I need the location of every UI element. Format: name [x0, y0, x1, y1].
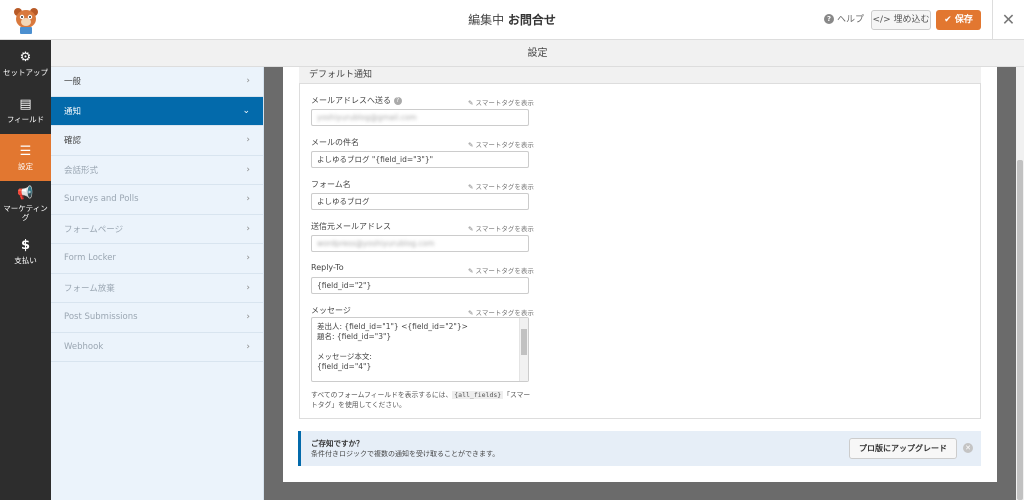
settings-header: 設定	[51, 40, 1024, 67]
panel-item-form-locker[interactable]: Form Locker ›	[51, 244, 263, 274]
from-email-label: 送信元メールアドレス	[311, 222, 391, 231]
smart-tags-link[interactable]: ✎ スマートタグを表示	[468, 223, 534, 233]
panel-item-notifications[interactable]: 通知 ⌄	[51, 96, 263, 126]
sliders-icon: ☰	[19, 143, 32, 159]
panel-item-form-abandonment[interactable]: フォーム放棄 ›	[51, 274, 263, 303]
all-fields-code: {all_fields}	[452, 391, 504, 399]
send-to-label: メールアドレスへ送る ?	[311, 95, 402, 106]
panel-item-general[interactable]: 一般 ›	[51, 67, 263, 97]
tip-text: 条件付きロジックで複数の通知を受け取ることができます。	[311, 450, 500, 458]
panel-item-confirmation[interactable]: 確認 ›	[51, 126, 263, 156]
email-subject-input[interactable]: よしゆるブログ "{field_id="3"}"	[311, 151, 529, 168]
send-to-email-input[interactable]: yoshiyurublog@gmail.com	[311, 109, 529, 126]
chevron-right-icon: ›	[246, 341, 250, 352]
top-bar: 編集中 お問合せ ? ヘルプ </> 埋め込む ✔ 保存 ✕	[0, 0, 1024, 40]
dollar-icon: $	[20, 237, 31, 253]
notification-heading: デフォルト通知	[299, 67, 981, 84]
sidebar-item-label: 支払い	[14, 255, 37, 265]
sidebar-item-fields[interactable]: ▤ フィールド	[0, 87, 51, 134]
wpforms-logo	[0, 0, 51, 40]
message-label: メッセージ	[311, 306, 351, 315]
close-icon[interactable]: ✕	[992, 0, 1024, 40]
sidebar-item-label: 設定	[18, 161, 33, 171]
email-subject-label: メールの件名	[311, 138, 359, 147]
message-scrollbar-thumb[interactable]	[521, 329, 527, 355]
sidebar-item-payments[interactable]: $ 支払い	[0, 228, 51, 275]
bear-mascot-icon	[13, 8, 38, 34]
panel-item-form-pages[interactable]: フォームページ ›	[51, 215, 263, 244]
sidebar-item-label: マーケティング	[3, 204, 48, 222]
chevron-right-icon: ›	[246, 194, 250, 205]
panel-item-conversational[interactable]: 会話形式 ›	[51, 156, 263, 185]
sidebar-item-label: フィールド	[6, 114, 45, 124]
tip-title: ご存知ですか？	[311, 439, 364, 448]
panel-item-surveys[interactable]: Surveys and Polls ›	[51, 185, 263, 215]
chevron-right-icon: ›	[246, 135, 250, 146]
question-icon: ?	[393, 96, 402, 105]
content-scrollbar-thumb[interactable]	[1017, 160, 1023, 500]
all-fields-hint: すべてのフォームフィールドを表示するには、 {all_fields} 「スマートタグ…	[311, 391, 531, 409]
reply-to-label: Reply-To	[311, 263, 344, 272]
smart-tags-link[interactable]: ✎ スマートタグを表示	[468, 97, 534, 107]
question-icon: ?	[824, 13, 834, 24]
sidebar-item-setup[interactable]: ⚙ セットアップ	[0, 40, 51, 87]
main-sidebar: ⚙ セットアップ ▤ フィールド ☰ 設定 📢 マーケティング $ 支払い	[0, 40, 51, 500]
smart-tags-link[interactable]: ✎ スマートタグを表示	[468, 307, 534, 317]
megaphone-icon: 📢	[17, 186, 34, 201]
dismiss-icon[interactable]: ✕	[963, 443, 973, 453]
form-name: お問合せ	[507, 13, 556, 27]
fields-list-icon: ▤	[19, 96, 32, 112]
from-email-input[interactable]: wordpress@yoshiyurublog.com	[311, 235, 529, 252]
chevron-right-icon: ›	[246, 223, 250, 234]
sidebar-item-marketing[interactable]: 📢 マーケティング	[0, 181, 51, 228]
sidebar-item-settings[interactable]: ☰ 設定	[0, 134, 51, 181]
embed-button[interactable]: </> 埋め込む	[871, 10, 931, 30]
help-link[interactable]: ? ヘルプ	[824, 12, 864, 25]
chevron-right-icon: ›	[246, 164, 250, 175]
from-name-input[interactable]: よしゆるブログ	[311, 193, 529, 210]
save-button[interactable]: ✔ 保存	[936, 10, 981, 30]
panel-item-webhook[interactable]: Webhook ›	[51, 333, 263, 362]
chevron-right-icon: ›	[246, 76, 250, 87]
smart-tags-link[interactable]: ✎ スマートタグを表示	[468, 139, 534, 149]
chevron-right-icon: ›	[246, 312, 250, 323]
gear-icon: ⚙	[19, 49, 32, 65]
sidebar-item-label: セットアップ	[3, 67, 48, 77]
message-textarea[interactable]: 差出人: {field_id="1"} <{field_id="2"}> 題名:…	[311, 317, 529, 382]
chevron-down-icon: ⌄	[242, 105, 250, 116]
chevron-right-icon: ›	[246, 253, 250, 264]
chevron-right-icon: ›	[246, 282, 250, 293]
smart-tags-link[interactable]: ✎ スマートタグを表示	[468, 181, 534, 191]
smart-tags-link[interactable]: ✎ スマートタグを表示	[468, 265, 534, 275]
panel-item-post-submissions[interactable]: Post Submissions ›	[51, 303, 263, 333]
upgrade-button[interactable]: プロ版にアップグレード	[849, 438, 957, 459]
from-name-label: フォーム名	[311, 180, 351, 189]
settings-panel: 一般 › 通知 ⌄ 確認 › 会話形式 › Surveys and Polls › フォー…	[51, 67, 264, 500]
reply-to-input[interactable]: {field_id="2"}	[311, 277, 529, 294]
